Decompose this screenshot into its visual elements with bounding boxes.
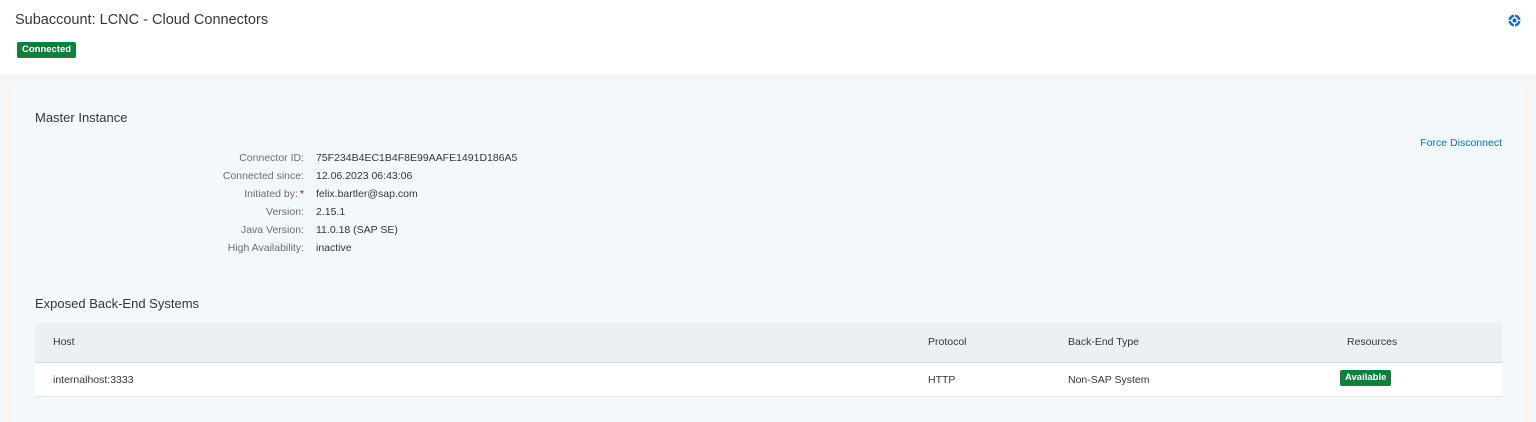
detail-label: High Availability: xyxy=(227,242,304,254)
column-header-resources[interactable]: Resources xyxy=(1347,336,1397,348)
backend-systems-title: Exposed Back-End Systems xyxy=(35,296,200,311)
detail-label: Java Version: xyxy=(240,224,304,236)
cell-host: internalhost:3333 xyxy=(53,374,134,386)
status-badge: Connected xyxy=(17,42,77,58)
detail-value: 12.06.2023 06:43:06 xyxy=(316,170,413,182)
detail-label: Version: xyxy=(266,206,304,218)
help-icon[interactable] xyxy=(1508,14,1521,27)
column-header-backend-type[interactable]: Back-End Type xyxy=(1068,336,1139,348)
required-marker: * xyxy=(299,188,304,200)
detail-label: Connected since: xyxy=(222,170,304,182)
page-header: Subaccount: LCNC - Cloud Connectors Conn… xyxy=(0,0,1536,74)
cell-backend-type: Non-SAP System xyxy=(1068,374,1150,386)
force-disconnect-link[interactable]: Force Disconnect xyxy=(1420,137,1502,149)
column-header-protocol[interactable]: Protocol xyxy=(928,336,967,348)
detail-value: 11.0.18 (SAP SE) xyxy=(316,224,398,236)
page-title: Subaccount: LCNC - Cloud Connectors xyxy=(15,12,269,28)
detail-value: inactive xyxy=(316,242,352,254)
detail-value: 75F234B4EC1B4F8E99AAFE1491D186A5 xyxy=(316,152,518,164)
column-header-host[interactable]: Host xyxy=(53,336,75,348)
detail-value: felix.bartler@sap.com xyxy=(316,188,418,200)
resources-status-badge: Available xyxy=(1340,370,1392,386)
master-instance-title: Master Instance xyxy=(35,110,128,125)
detail-value: 2.15.1 xyxy=(316,206,346,218)
table-header: Host Protocol Back-End Type Resources xyxy=(35,323,1502,363)
table-row[interactable]: internalhost:3333 HTTP Non-SAP System Av… xyxy=(35,363,1502,397)
content-panel: Master Instance Force Disconnect Connect… xyxy=(14,88,1522,422)
detail-label-text: Initiated by: xyxy=(244,188,298,200)
detail-label: Connector ID: xyxy=(239,152,304,164)
detail-label: Initiated by: * xyxy=(244,187,304,201)
cell-protocol: HTTP xyxy=(928,374,956,386)
backend-systems-table: Host Protocol Back-End Type Resources in… xyxy=(35,323,1502,397)
